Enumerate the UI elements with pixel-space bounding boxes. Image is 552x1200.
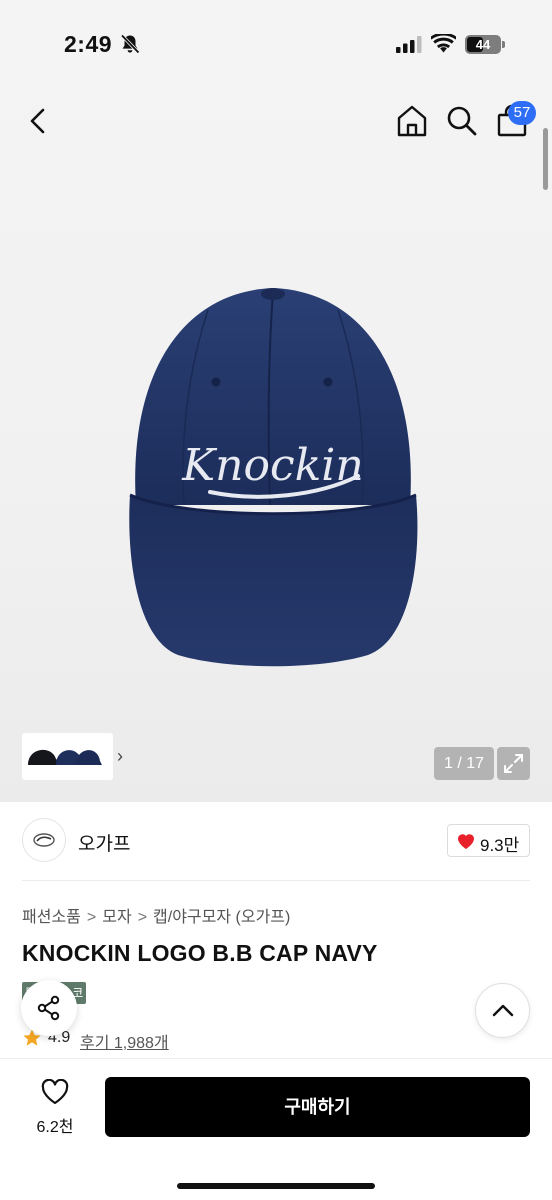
battery-level: 44	[475, 37, 491, 52]
bottom-action-bar: 6.2천 구매하기	[0, 1058, 552, 1200]
status-time: 2:49	[64, 31, 113, 57]
wishlist-count: 6.2천	[36, 1119, 74, 1136]
brand-row[interactable]: 오가프 9.3만	[22, 818, 530, 864]
breadcrumb-item[interactable]: 캡/야구모자 (오가프)	[153, 909, 290, 926]
bell-slash-icon	[120, 34, 140, 54]
chevron-up-icon	[492, 1004, 514, 1017]
breadcrumb-item[interactable]: 패션소품	[22, 909, 81, 926]
wishlist-button[interactable]: 6.2천	[24, 1079, 86, 1141]
thumbnail-images	[28, 749, 102, 765]
brand-logo-image	[33, 833, 55, 847]
status-bar: 2:49 44	[0, 0, 552, 90]
breadcrumb: 패션소품 > 모자 > 캡/야구모자 (오가프)	[22, 903, 290, 927]
thumbnail-strip[interactable]: ›	[22, 733, 123, 780]
chevron-left-icon	[30, 108, 45, 134]
home-indicator	[177, 1183, 375, 1189]
search-icon	[447, 106, 477, 136]
cart-count-badge: 57	[508, 101, 536, 125]
brand-like-count: 9.3만	[480, 836, 520, 855]
expand-icon	[504, 754, 523, 773]
image-counter: 1 / 17	[434, 747, 494, 780]
product-image-cap[interactable]: Knockin	[118, 270, 428, 680]
buy-button[interactable]: 구매하기	[105, 1077, 530, 1137]
brand-logo[interactable]	[22, 818, 66, 862]
search-button[interactable]	[444, 103, 480, 139]
product-title: KNOCKIN LOGO B.B CAP NAVY	[22, 940, 378, 966]
back-button[interactable]	[22, 104, 56, 138]
divider	[22, 880, 530, 881]
cellular-signal-icon	[396, 36, 422, 53]
home-button[interactable]	[394, 103, 430, 139]
wifi-icon	[431, 34, 456, 53]
review-count-link[interactable]: 후기 1,988개	[80, 1029, 169, 1053]
product-hero: 2:49 44 57 Knockin › 1 / 17	[0, 0, 552, 802]
brand-like-button[interactable]: 9.3만	[447, 824, 530, 857]
thumbnail-arrow: ›	[117, 746, 123, 766]
breadcrumb-item[interactable]: 모자	[102, 909, 131, 926]
scroll-indicator	[543, 128, 548, 190]
share-icon	[37, 995, 60, 1021]
home-icon	[397, 105, 427, 137]
heart-outline-icon	[41, 1079, 69, 1105]
heart-filled-icon	[458, 834, 474, 849]
brand-name[interactable]: 오가프	[78, 829, 130, 856]
breadcrumb-separator: >	[137, 909, 148, 926]
battery-icon: 44	[465, 35, 505, 54]
breadcrumb-separator: >	[86, 909, 97, 926]
expand-button[interactable]	[497, 747, 530, 780]
share-button[interactable]	[21, 980, 77, 1036]
scroll-to-top-button[interactable]	[475, 983, 530, 1038]
